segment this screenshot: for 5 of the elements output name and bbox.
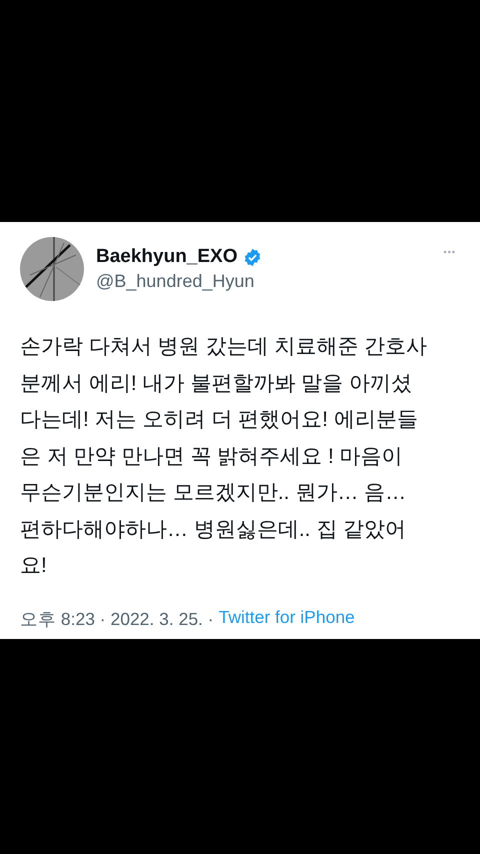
author-handle[interactable]: @B_hundred_Hyun: [96, 271, 428, 292]
avatar[interactable]: [20, 237, 84, 301]
author-name[interactable]: Baekhyun_EXO: [96, 246, 238, 268]
tweet-timestamp: 오후 8:23 · 2022. 3. 25. ·: [20, 608, 214, 630]
tweet-text: 손가락 다쳐서 병원 갔는데 치료해준 간호사 분께서 에리! 내가 불편할까봐 말을 아끼셨 다는데! 저는 오히려 더 편했어요! 에리분들 은 저 만약 만나면 꼭 밝혀주세요 ! 마음이 무슨기분인지는 모르겠지만.. 뭔가… 음… 편하다해야하나… 병원싫은데.. 집 같았어 요!: [20, 334, 428, 579]
